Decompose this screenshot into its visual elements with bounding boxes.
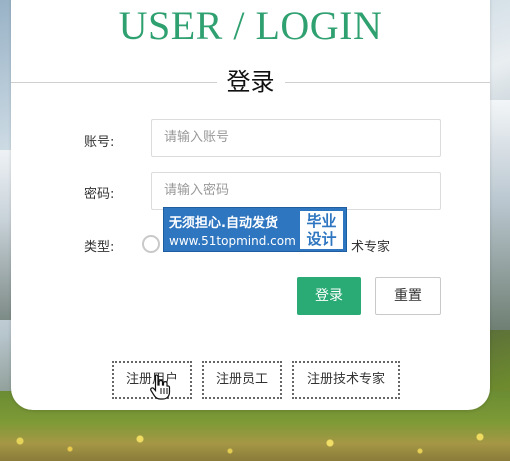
- login-subtitle: 登录: [216, 68, 285, 97]
- watermark-banner: 无须担心.自动发货 www.51topmind.com 毕业 设计: [163, 207, 347, 252]
- watermark-box: 毕业 设计: [300, 211, 343, 249]
- login-card: USER / LOGIN 登录 账号: 请输入账号 密码: 请输入密码 类型: …: [11, 0, 490, 410]
- background-flowers: [0, 421, 510, 461]
- account-label: 账号:: [84, 135, 115, 150]
- register-employee-button[interactable]: 注册员工: [202, 361, 282, 399]
- reset-button[interactable]: 重置: [375, 277, 441, 315]
- page-title: USER / LOGIN: [118, 3, 383, 48]
- register-expert-button[interactable]: 注册技术专家: [292, 361, 400, 399]
- account-input[interactable]: 请输入账号: [151, 119, 441, 157]
- password-label: 密码:: [84, 187, 115, 202]
- watermark-line2: www.51topmind.com: [169, 234, 296, 248]
- password-input[interactable]: 请输入密码: [151, 172, 441, 210]
- watermark-box-line2: 设计: [306, 230, 337, 248]
- account-placeholder: 请输入账号: [164, 130, 230, 145]
- password-placeholder: 请输入密码: [164, 183, 230, 198]
- watermark-box-line1: 毕业: [306, 212, 337, 230]
- login-button[interactable]: 登录: [297, 277, 361, 315]
- type-radio-1[interactable]: [142, 235, 160, 253]
- watermark-line1: 无须担心.自动发货: [169, 216, 278, 231]
- type-label: 类型:: [84, 240, 115, 255]
- type-radio-expert-label: 术专家: [351, 240, 391, 255]
- hand-cursor-icon: [150, 374, 171, 400]
